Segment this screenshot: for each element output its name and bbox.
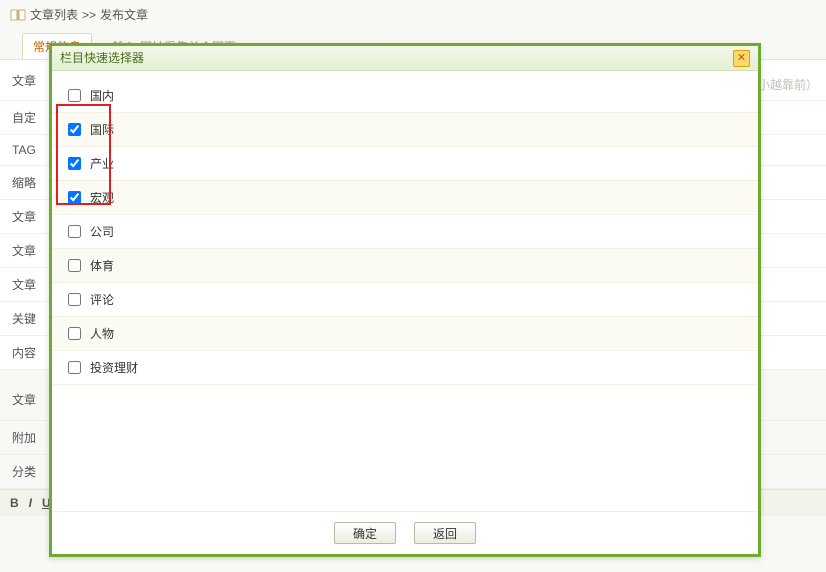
category-checkbox[interactable] xyxy=(68,361,81,374)
category-checkbox[interactable] xyxy=(68,157,81,170)
category-item[interactable]: 人物 xyxy=(52,317,758,351)
close-icon[interactable]: ✕ xyxy=(733,50,750,67)
category-checkbox[interactable] xyxy=(68,327,81,340)
category-item[interactable]: 体育 xyxy=(52,249,758,283)
ok-button[interactable]: 确定 xyxy=(334,522,396,544)
category-label: 人物 xyxy=(90,325,114,342)
category-checkbox[interactable] xyxy=(68,191,81,204)
category-label: 评论 xyxy=(90,291,114,308)
modal-title: 栏目快速选择器 xyxy=(60,46,144,70)
category-label: 公司 xyxy=(90,223,114,240)
category-checkbox[interactable] xyxy=(68,123,81,136)
category-label: 体育 xyxy=(90,257,114,274)
category-label: 产业 xyxy=(90,155,114,172)
category-item[interactable]: 国内 xyxy=(52,79,758,113)
category-item[interactable]: 产业 xyxy=(52,147,758,181)
category-label: 宏观 xyxy=(90,189,114,206)
category-label: 投资理财 xyxy=(90,359,138,376)
category-list: 国内国际产业宏观公司体育评论人物投资理财 xyxy=(52,71,758,512)
category-item[interactable]: 投资理财 xyxy=(52,351,758,385)
back-button[interactable]: 返回 xyxy=(414,522,476,544)
category-checkbox[interactable] xyxy=(68,293,81,306)
category-item[interactable]: 国际 xyxy=(52,113,758,147)
category-checkbox[interactable] xyxy=(68,259,81,272)
category-item[interactable]: 评论 xyxy=(52,283,758,317)
category-checkbox[interactable] xyxy=(68,225,81,238)
category-label: 国际 xyxy=(90,121,114,138)
category-item[interactable]: 公司 xyxy=(52,215,758,249)
category-label: 国内 xyxy=(90,87,114,104)
category-item[interactable]: 宏观 xyxy=(52,181,758,215)
category-checkbox[interactable] xyxy=(68,89,81,102)
column-selector-modal: 栏目快速选择器 ✕ 国内国际产业宏观公司体育评论人物投资理财 确定 返回 xyxy=(49,43,761,557)
